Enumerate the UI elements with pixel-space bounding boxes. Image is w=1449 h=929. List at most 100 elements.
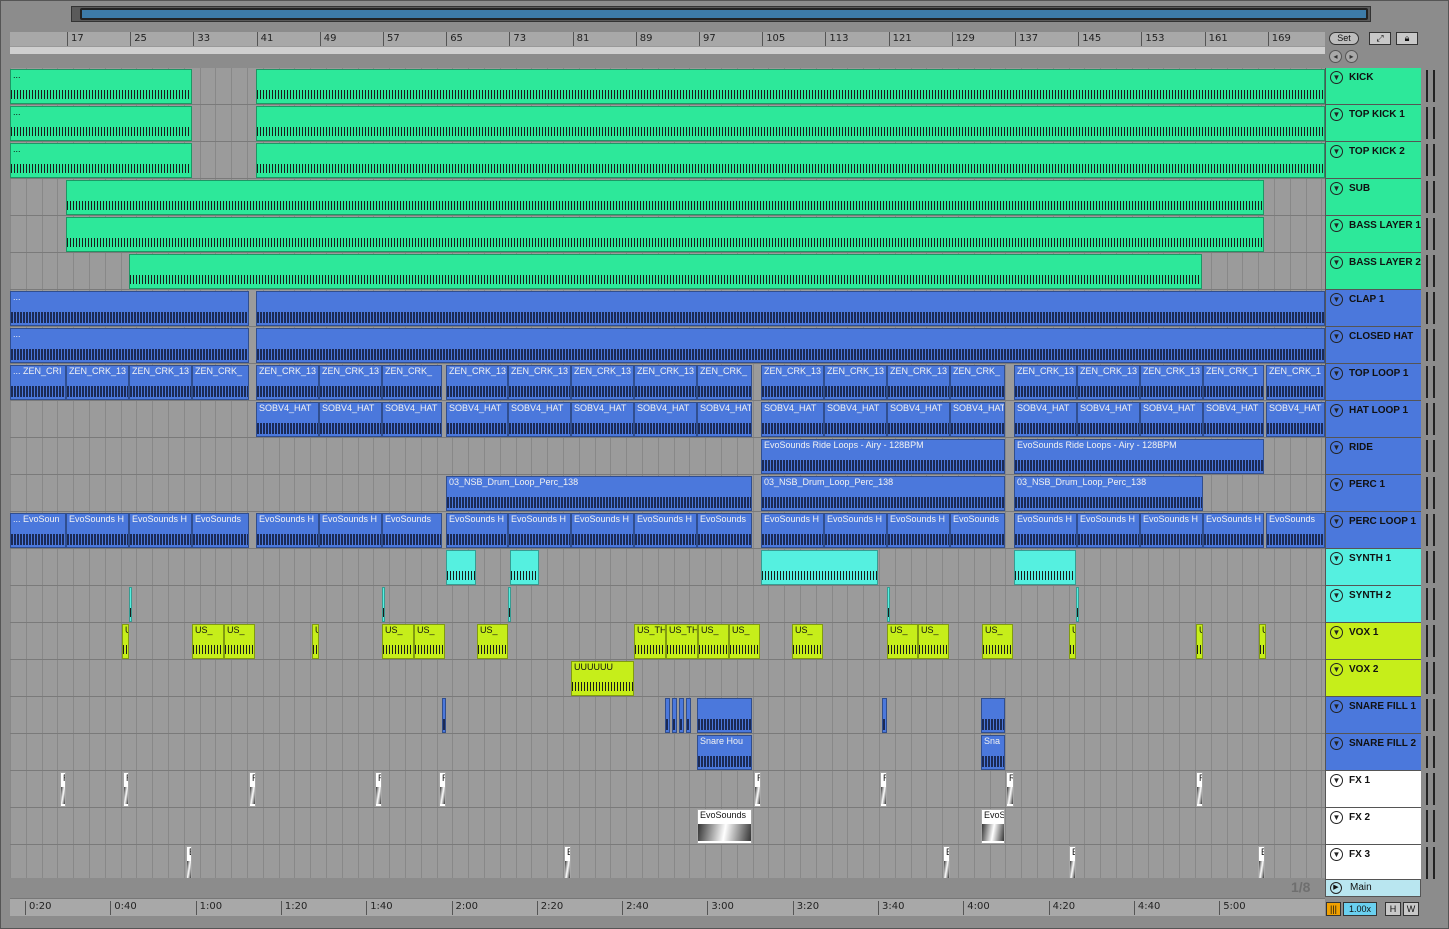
track-header[interactable]: ▼ VOX 2	[1325, 660, 1421, 697]
audio-clip[interactable]: ZEN_CRK_13	[446, 365, 508, 400]
audio-clip[interactable]: ZEN_CRK_13	[129, 365, 192, 400]
audio-clip[interactable]: R	[439, 772, 446, 807]
audio-clip[interactable]: ZEN_CRK_13	[634, 365, 697, 400]
audio-clip[interactable]: R	[754, 772, 761, 807]
audio-clip[interactable]: ZEN_CRK_	[382, 365, 442, 400]
audio-clip[interactable]: EvoSounds H	[824, 513, 887, 548]
audio-clip[interactable]: EvoSounds H	[634, 513, 697, 548]
audio-clip[interactable]	[442, 698, 446, 733]
audio-clip[interactable]: US_	[698, 624, 729, 659]
audio-clip[interactable]: ...	[10, 106, 192, 141]
h-button[interactable]: H	[1385, 902, 1401, 916]
set-button[interactable]: Set	[1329, 32, 1359, 45]
audio-clip[interactable]: R	[1006, 772, 1014, 807]
audio-clip[interactable]: Sna	[981, 735, 1005, 770]
audio-clip[interactable]: EvoSounds	[950, 513, 1005, 548]
audio-clip[interactable]: EvoSounds H	[1140, 513, 1203, 548]
overview-viewport[interactable]	[80, 8, 1368, 20]
fold-icon[interactable]: ▼	[1330, 663, 1343, 676]
audio-clip[interactable]: EvoSounds H	[1077, 513, 1140, 548]
audio-clip[interactable]	[129, 254, 1202, 289]
audio-clip[interactable]	[256, 106, 1325, 141]
fold-icon[interactable]: ▼	[1330, 71, 1343, 84]
track-lane[interactable]	[10, 660, 1325, 697]
audio-clip[interactable]: SOBV4_HAT	[634, 402, 697, 437]
next-locator-icon[interactable]: ▸	[1345, 50, 1358, 63]
track-header[interactable]: ▼ KICK	[1325, 68, 1421, 105]
track-header[interactable]: ▼ VOX 1	[1325, 623, 1421, 660]
audio-clip[interactable]: EvoSounds	[382, 513, 442, 548]
track-header[interactable]: ▼ BASS LAYER 1	[1325, 216, 1421, 253]
audio-clip[interactable]: EvoSounds H	[1014, 513, 1077, 548]
audio-clip[interactable]: ZEN_CRK_	[697, 365, 752, 400]
lock-icon[interactable]: 🔒︎	[1396, 32, 1418, 45]
main-track-header[interactable]: ▶ Main	[1325, 879, 1421, 897]
track-header[interactable]: ▼ FX 2	[1325, 808, 1421, 845]
track-lane[interactable]	[10, 808, 1325, 845]
audio-clip[interactable]	[697, 698, 752, 733]
audio-clip[interactable]: E	[564, 846, 571, 878]
audio-clip[interactable]: 03_NSB_Drum_Loop_Perc_138	[761, 476, 1005, 511]
w-button[interactable]: W	[1403, 902, 1419, 916]
fold-icon[interactable]: ▼	[1330, 848, 1343, 861]
audio-clip[interactable]: SOBV4_HAT	[382, 402, 442, 437]
fold-icon[interactable]: ▼	[1330, 441, 1343, 454]
audio-clip[interactable]: ZEN_CRK_13	[508, 365, 571, 400]
track-header[interactable]: ▼ PERC LOOP 1	[1325, 512, 1421, 549]
track-lane[interactable]	[10, 586, 1325, 623]
track-lane[interactable]	[10, 771, 1325, 808]
audio-clip[interactable]: ZEN_CRK_	[192, 365, 249, 400]
audio-clip[interactable]	[66, 217, 1264, 252]
audio-clip[interactable]: US_	[192, 624, 224, 659]
audio-clip[interactable]: ... ZEN_CRI	[10, 365, 66, 400]
audio-clip[interactable]: E	[1258, 846, 1265, 878]
fold-icon[interactable]: ▼	[1330, 737, 1343, 750]
audio-clip[interactable]: ...	[10, 69, 192, 104]
audio-clip[interactable]: US_	[982, 624, 1013, 659]
audio-clip[interactable]: US_	[382, 624, 414, 659]
audio-clip[interactable]: EvoSounds H	[571, 513, 634, 548]
arrangement-lanes[interactable]: ............... ... ZEN_CRI ZEN_CRK_13 ZEN_…	[10, 68, 1325, 878]
audio-clip[interactable]: ZEN_CRK_13	[319, 365, 382, 400]
audio-clip[interactable]: SOBV4_HAT	[1077, 402, 1140, 437]
loop-strip[interactable]	[10, 46, 1325, 54]
track-lane[interactable]	[10, 549, 1325, 586]
audio-clip[interactable]	[256, 328, 1325, 363]
audio-clip[interactable]	[686, 698, 691, 733]
audio-clip[interactable]: ZEN_CRK_1	[1266, 365, 1325, 400]
audio-clip[interactable]	[256, 291, 1325, 326]
audio-clip[interactable]: Snare Hou	[697, 735, 752, 770]
audio-clip[interactable]	[761, 550, 878, 585]
audio-clip[interactable]: US_TH	[666, 624, 698, 659]
audio-clip[interactable]: SOBV4_HAT	[256, 402, 319, 437]
fold-icon[interactable]: ▼	[1330, 182, 1343, 195]
bar-ruler[interactable]: 17 25 33 41 49 57 65 73 81 89 97 105 113 121 129 137 145…	[10, 32, 1325, 46]
audio-clip[interactable]: US_	[887, 624, 918, 659]
track-header[interactable]: ▼ TOP KICK 2	[1325, 142, 1421, 179]
fold-icon[interactable]: ▼	[1330, 626, 1343, 639]
audio-clip[interactable]: EvoSounds H	[256, 513, 319, 548]
audio-clip[interactable]	[981, 698, 1005, 733]
audio-clip[interactable]: R	[60, 772, 66, 807]
track-header[interactable]: ▼ FX 3	[1325, 845, 1421, 882]
audio-clip[interactable]: ... EvoSoun	[10, 513, 66, 548]
audio-clip[interactable]	[665, 698, 670, 733]
track-header[interactable]: ▼ SYNTH 1	[1325, 549, 1421, 586]
fold-icon[interactable]: ▼	[1330, 552, 1343, 565]
fold-icon[interactable]: ▼	[1330, 478, 1343, 491]
audio-clip[interactable]: SOBV4_HAT	[1014, 402, 1077, 437]
fold-icon[interactable]: ▼	[1330, 404, 1343, 417]
meter-icon[interactable]: |||	[1326, 902, 1341, 916]
audio-clip[interactable]: EvoSounds	[1266, 513, 1325, 548]
audio-clip[interactable]	[679, 698, 684, 733]
track-header[interactable]: ▼ CLAP 1	[1325, 290, 1421, 327]
audio-clip[interactable]: ...	[10, 328, 249, 363]
audio-clip[interactable]	[382, 587, 385, 622]
audio-clip[interactable]	[256, 69, 1325, 104]
fold-icon[interactable]: ▼	[1330, 811, 1343, 824]
fold-icon[interactable]: ▼	[1330, 293, 1343, 306]
audio-clip[interactable]: EvoSounds	[697, 809, 752, 844]
audio-clip[interactable]: US_	[477, 624, 508, 659]
audio-clip[interactable]: SOBV4_HAT	[571, 402, 634, 437]
audio-clip[interactable]: EvoSounds H	[66, 513, 129, 548]
